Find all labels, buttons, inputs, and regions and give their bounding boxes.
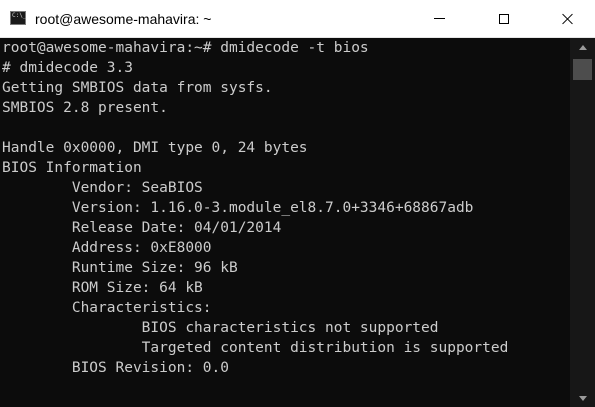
terminal-output[interactable]: root@awesome-mahavira:~# dmidecode -t bi… (2, 38, 570, 407)
maximize-button[interactable] (481, 0, 527, 37)
arrow-down-icon (578, 395, 587, 401)
terminal-icon[interactable]: C:\_ (10, 11, 26, 25)
terminal-icon-glyph: C:\_ (12, 12, 27, 19)
minimize-icon (433, 18, 445, 19)
terminal-line: Characteristics: (2, 300, 212, 316)
arrow-up-icon (578, 44, 587, 50)
terminal-line: BIOS Revision: 0.0 (2, 360, 229, 376)
scroll-down-button[interactable] (570, 389, 595, 407)
scroll-thumb[interactable] (573, 59, 592, 80)
terminal-line: Handle 0x0000, DMI type 0, 24 bytes (2, 140, 308, 156)
terminal-line: Address: 0xE8000 (2, 240, 212, 256)
terminal-line: SMBIOS 2.8 present. (2, 100, 168, 116)
close-icon (562, 13, 574, 25)
minimize-button[interactable] (416, 0, 462, 37)
terminal-line: Runtime Size: 96 kB (2, 260, 238, 276)
window-title: root@awesome-mahavira: ~ (35, 11, 212, 27)
terminal-line: Getting SMBIOS data from sysfs. (2, 80, 273, 96)
title-bar[interactable]: C:\_ root@awesome-mahavira: ~ (0, 0, 595, 38)
close-button[interactable] (545, 0, 591, 37)
scroll-up-button[interactable] (570, 38, 595, 56)
terminal-line: Targeted content distribution is support… (2, 340, 509, 356)
terminal-line: Version: 1.16.0-3.module_el8.7.0+3346+68… (2, 200, 474, 216)
terminal-line-prompt: root@awesome-mahavira:~# dmidecode -t bi… (2, 40, 369, 56)
terminal-line: BIOS Information (2, 160, 142, 176)
vertical-scrollbar[interactable] (570, 38, 595, 407)
terminal-line: Release Date: 04/01/2014 (2, 220, 282, 236)
terminal-line: ROM Size: 64 kB (2, 280, 203, 296)
terminal-line: # dmidecode 3.3 (2, 60, 133, 76)
terminal-line: BIOS characteristics not supported (2, 320, 439, 336)
maximize-icon (499, 13, 509, 24)
terminal-line: Vendor: SeaBIOS (2, 180, 203, 196)
terminal-window: C:\_ root@awesome-mahavira: ~ root@aweso… (0, 0, 595, 407)
